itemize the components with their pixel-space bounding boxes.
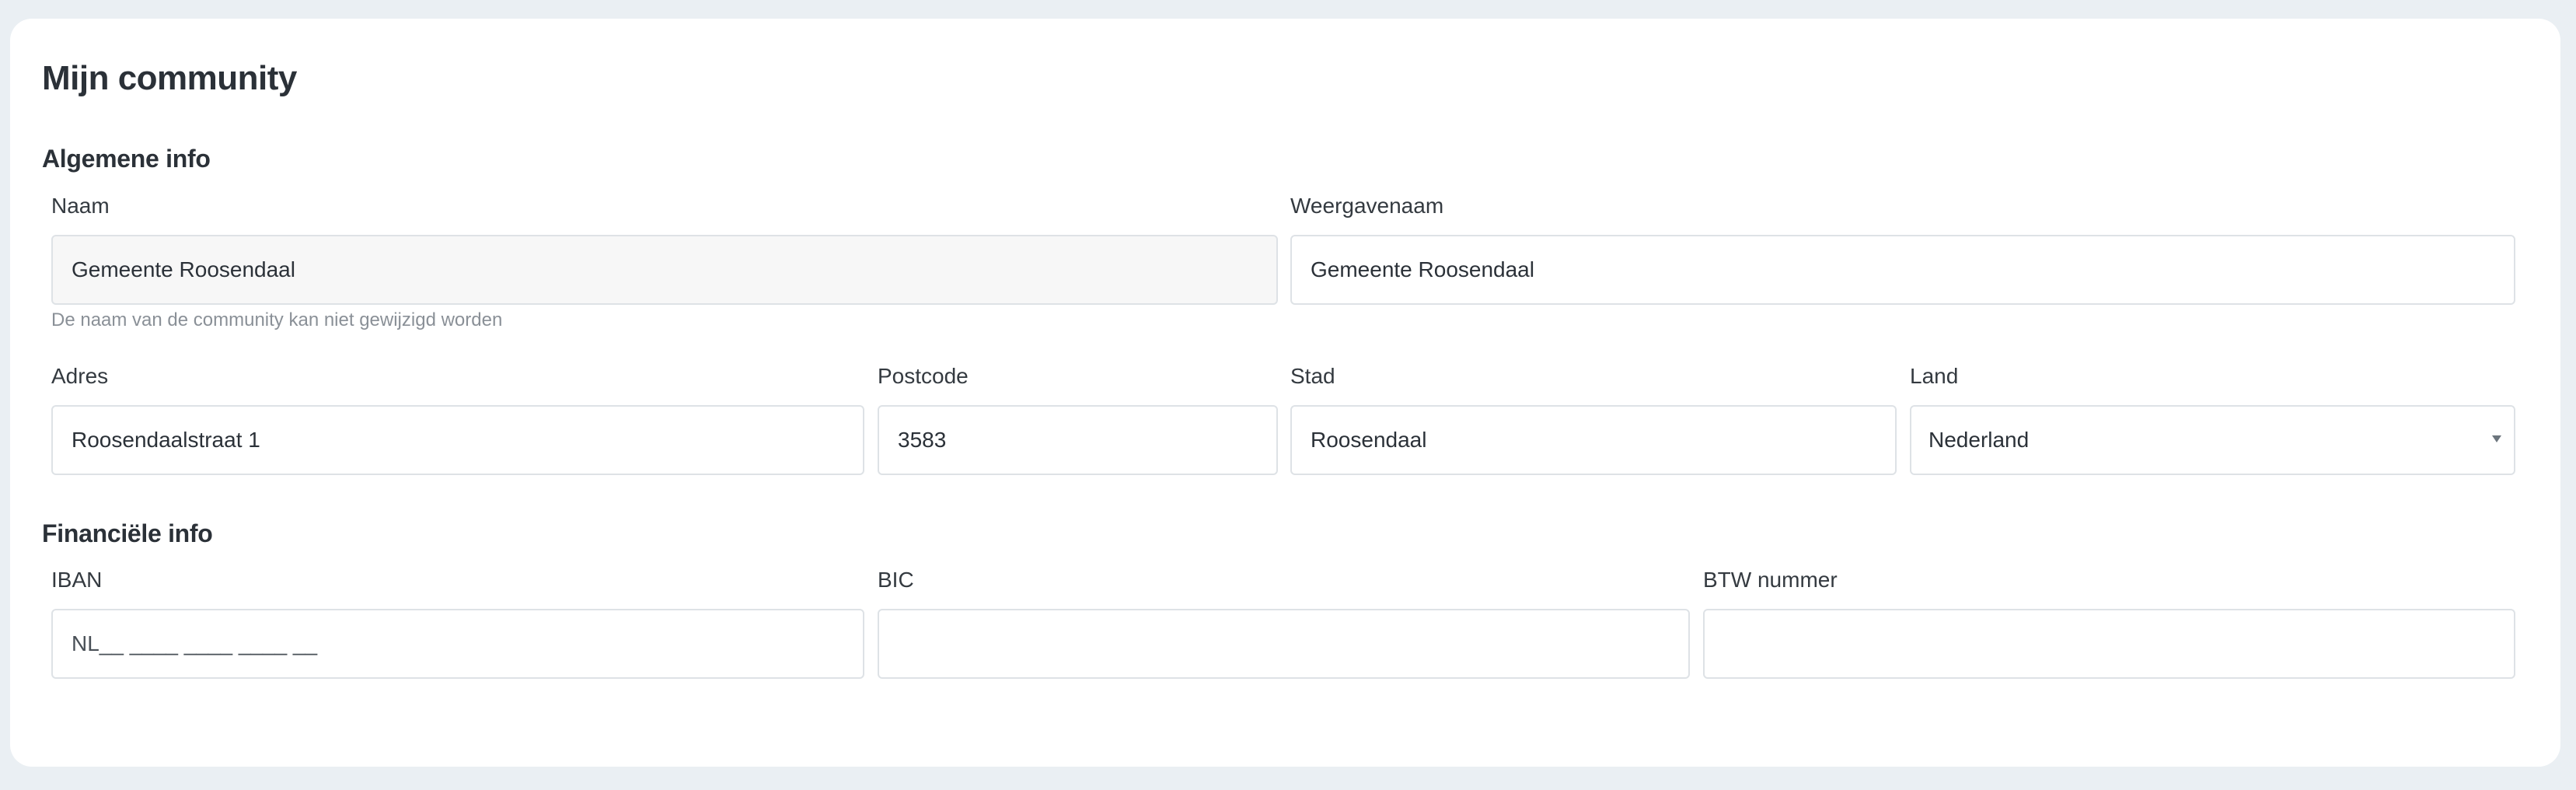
caret-down-icon (2492, 435, 2501, 442)
display-name-label: Weergavenaam (1290, 194, 1444, 218)
country-select-value: Nederland (1929, 428, 2030, 452)
name-help-text: De naam van de community kan niet gewijz… (51, 309, 503, 330)
iban-field[interactable] (51, 609, 864, 679)
postcode-field[interactable] (878, 405, 1278, 475)
country-select[interactable]: Nederland (1910, 405, 2515, 475)
address-label: Adres (51, 364, 109, 388)
city-label: Stad (1290, 364, 1335, 388)
bic-field[interactable] (878, 609, 1690, 679)
city-field[interactable] (1290, 405, 1897, 475)
section-title-general: Algemene info (42, 145, 211, 173)
page-title: Mijn community (42, 59, 297, 97)
country-label: Land (1910, 364, 1959, 388)
bic-label: BIC (878, 568, 914, 592)
vat-number-label: BTW nummer (1703, 568, 1838, 592)
name-field[interactable] (51, 235, 1278, 305)
display-name-field[interactable] (1290, 235, 2515, 305)
vat-number-field[interactable] (1703, 609, 2515, 679)
postcode-label: Postcode (878, 364, 969, 388)
iban-label: IBAN (51, 568, 103, 592)
name-label: Naam (51, 194, 110, 218)
address-field[interactable] (51, 405, 864, 475)
section-title-financial: Financiële info (42, 519, 213, 547)
